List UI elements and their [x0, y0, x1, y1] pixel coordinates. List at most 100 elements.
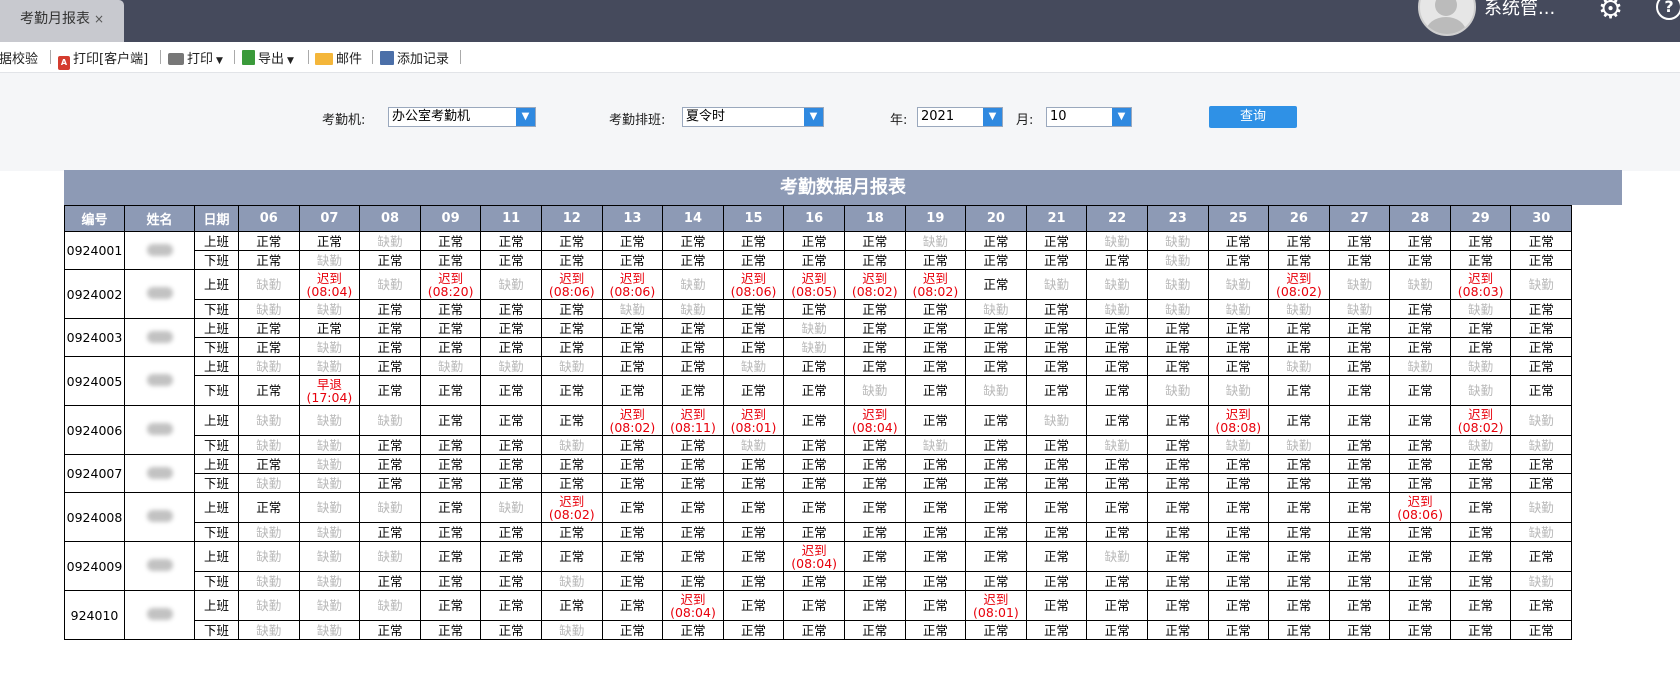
- shift-label: 上班: [194, 269, 239, 300]
- attendance-cell: 迟到 (08:11): [662, 405, 724, 436]
- table-header-row: 编号 姓名 日期 06 07 08 09 11 12 13 14 15 16 18 19 20 21 22 23 25…: [64, 205, 1573, 232]
- attendance-cell: 正常: [1146, 405, 1209, 436]
- shift-value: 夏令时: [686, 109, 726, 124]
- attendance-cell: 正常: [1268, 375, 1330, 406]
- attendance-cell: 正常: [904, 492, 967, 523]
- attendance-cell: 正常: [965, 250, 1027, 270]
- attendance-cell: 正常: [419, 571, 482, 591]
- attendance-cell: 缺勤: [298, 492, 361, 523]
- attendance-cell: 正常: [843, 522, 906, 542]
- close-icon[interactable]: ×: [94, 12, 104, 26]
- attendance-cell: 缺勤: [540, 571, 603, 591]
- chevron-down-icon[interactable]: ▼: [983, 108, 1002, 126]
- attendance-cell: 缺勤: [238, 299, 300, 319]
- chevron-down-icon[interactable]: ▼: [516, 108, 535, 126]
- attendance-cell: 正常: [662, 473, 724, 493]
- attendance-cell: 正常: [722, 299, 785, 319]
- attendance-cell: 正常: [904, 522, 967, 542]
- attendance-cell: 正常: [1268, 250, 1330, 270]
- attendance-cell: 缺勤: [965, 375, 1027, 406]
- attendance-cell: 缺勤: [238, 473, 300, 493]
- toolbar-divider: [50, 50, 51, 64]
- export-button[interactable]: 导出 ▼: [242, 48, 294, 67]
- attendance-cell: 正常: [1268, 405, 1330, 436]
- mail-button[interactable]: 邮件: [315, 48, 362, 67]
- attendance-cell: 缺勤: [722, 356, 785, 376]
- attendance-cell: 缺勤: [1146, 299, 1209, 319]
- attendance-cell: 正常: [480, 522, 542, 542]
- attendance-cell: 缺勤: [1207, 435, 1270, 455]
- attendance-cell: 迟到 (08:02): [540, 492, 603, 523]
- table-row: 下班 缺勤 缺勤 正常 正常 正常 正常 缺勤 缺勤 正常 正常 正常 正常 缺勤 正常 缺勤 缺勤 缺勤 缺勤 缺勤…: [65, 299, 1573, 319]
- header-day: 18: [843, 205, 906, 232]
- attendance-cell: 正常: [783, 590, 845, 621]
- employee-name: [124, 541, 195, 591]
- machine-select[interactable]: 办公室考勤机 ▼: [388, 107, 536, 127]
- attendance-cell: 缺勤: [298, 590, 361, 621]
- add-record-button[interactable]: 添加记录: [380, 48, 449, 67]
- attendance-cell: 正常: [1207, 492, 1270, 523]
- attendance-cell: 正常: [540, 454, 603, 474]
- attendance-cell: 正常: [783, 231, 845, 251]
- attendance-cell: 正常: [783, 473, 845, 493]
- attendance-cell: 正常: [843, 492, 906, 523]
- attendance-cell: 正常: [419, 473, 482, 493]
- attendance-cell: 正常: [540, 318, 603, 338]
- attendance-cell: 正常: [1086, 620, 1148, 640]
- attendance-cell: 迟到 (08:01): [722, 405, 785, 436]
- shift-label: 上班: [194, 405, 239, 436]
- attendance-cell: 正常: [419, 375, 482, 406]
- shift-label: 下班: [194, 337, 239, 357]
- attendance-cell: 正常: [359, 299, 421, 319]
- attendance-cell: 正常: [359, 435, 421, 455]
- attendance-cell: 正常: [1025, 250, 1088, 270]
- attendance-cell: 正常: [1268, 590, 1330, 621]
- chevron-down-icon[interactable]: ▼: [804, 108, 823, 126]
- attendance-cell: 正常: [1389, 375, 1451, 406]
- attendance-cell: 正常: [904, 250, 967, 270]
- table-row: 0924007 上班 正常 缺勤 正常 正常 正常 正常 正常 正常 正常 正常 正常 正常 正常 正常 正常正…: [64, 454, 1573, 493]
- gear-icon[interactable]: ⚙: [1598, 0, 1623, 25]
- attendance-cell: 缺勤: [1146, 269, 1209, 300]
- query-button[interactable]: 查询: [1209, 106, 1297, 128]
- employee-id: 924010: [64, 590, 125, 640]
- attendance-cell: 正常: [904, 620, 967, 640]
- attendance-cell: 正常: [601, 492, 664, 523]
- print-button[interactable]: 打印 ▼: [168, 48, 223, 67]
- month-select[interactable]: 10 ▼: [1046, 107, 1132, 127]
- chevron-down-icon[interactable]: ▼: [1112, 108, 1131, 126]
- attendance-cell: 正常: [965, 337, 1027, 357]
- employee-name: [124, 269, 195, 319]
- attendance-cell: 正常: [1449, 571, 1512, 591]
- attendance-cell: 正常: [904, 299, 967, 319]
- attendance-cell: 正常: [662, 571, 724, 591]
- attendance-cell: 正常: [662, 250, 724, 270]
- header-day: 14: [662, 205, 724, 232]
- attendance-cell: 正常: [662, 375, 724, 406]
- attendance-cell: 缺勤: [1025, 405, 1088, 436]
- year-select[interactable]: 2021 ▼: [917, 107, 1003, 127]
- print-client-button[interactable]: A 打印[客户端]: [58, 48, 148, 70]
- attendance-cell: 缺勤: [904, 231, 967, 251]
- help-icon[interactable]: ?: [1656, 0, 1680, 20]
- tab-attendance-monthly-report[interactable]: 考勤月报表 ×: [0, 0, 124, 42]
- attendance-cell: 迟到 (08:05): [783, 269, 845, 300]
- employee-name: [124, 454, 195, 493]
- attendance-cell: 正常: [904, 454, 967, 474]
- attendance-cell: 正常: [601, 318, 664, 338]
- user-name[interactable]: 系统管...: [1484, 0, 1555, 20]
- shift-label: 上班: [194, 356, 239, 376]
- shift-select[interactable]: 夏令时 ▼: [682, 107, 824, 127]
- data-verify-button[interactable]: 数据校验: [0, 48, 38, 67]
- attendance-cell: 正常: [480, 620, 542, 640]
- attendance-cell: 正常: [1086, 375, 1148, 406]
- avatar[interactable]: [1418, 0, 1476, 36]
- attendance-cell: 正常: [783, 454, 845, 474]
- attendance-cell: 正常: [1389, 318, 1451, 338]
- attendance-cell: 正常: [1025, 356, 1088, 376]
- table-row: 0924008 上班 正常 缺勤 缺勤 正常 缺勤 迟到 (08:02) 正常 正常 正常 正常 正常 正常…: [64, 492, 1573, 542]
- attendance-cell: 正常: [1510, 299, 1573, 319]
- toolbar-divider: [234, 50, 235, 64]
- attendance-cell: 缺勤: [1328, 299, 1391, 319]
- attendance-cell: 缺勤: [480, 356, 542, 376]
